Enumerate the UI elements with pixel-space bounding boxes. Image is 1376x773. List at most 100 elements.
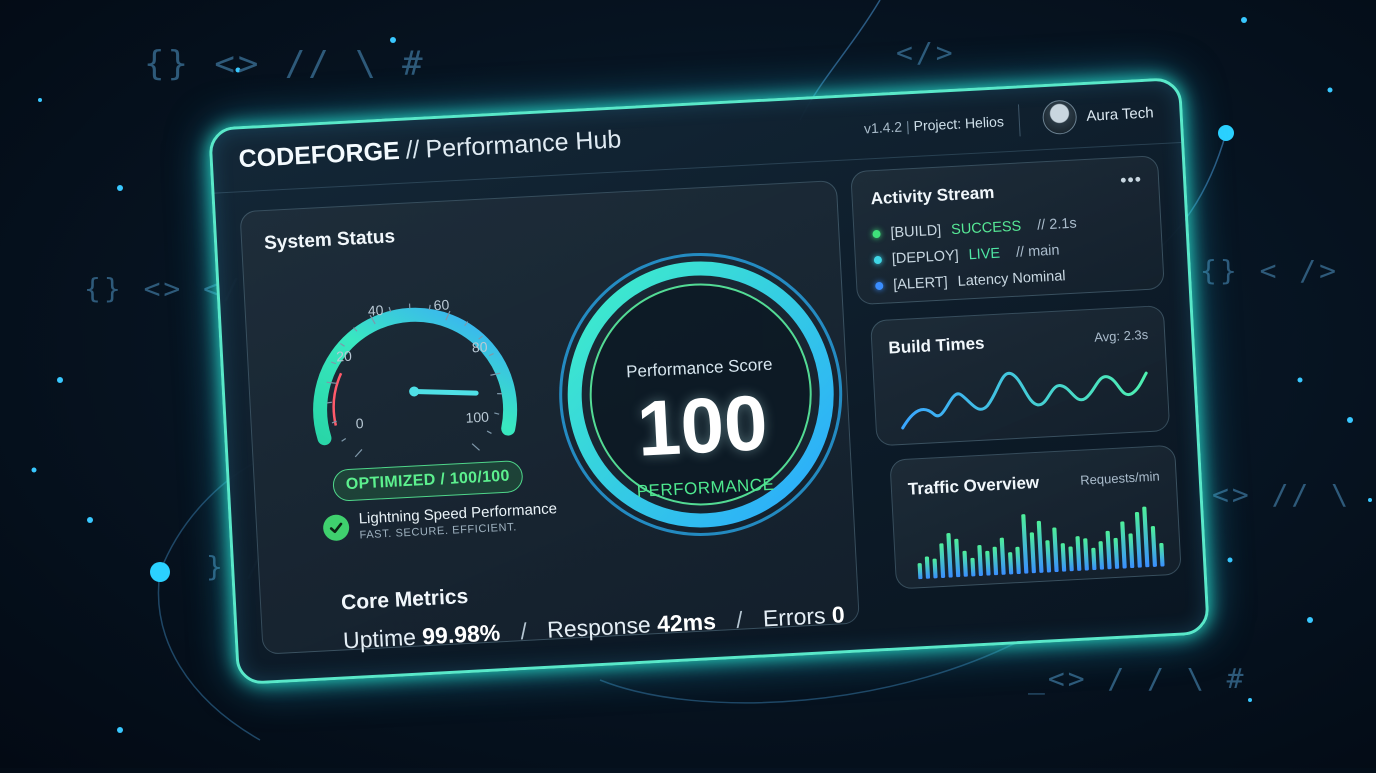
more-horizontal-icon[interactable]: ••• (1120, 169, 1143, 191)
activity-stream-title: Activity Stream (870, 183, 995, 209)
gauge-tick-label: 60 (433, 296, 450, 313)
errors-value: 0 (831, 601, 845, 628)
gauge-tick (327, 402, 332, 403)
gauge-needle (414, 388, 476, 396)
gauge-tick-label: 80 (471, 339, 488, 356)
glow-node (1218, 125, 1234, 141)
core-metrics-title: Core Metrics (341, 585, 469, 616)
gauge-tick-label: 20 (336, 348, 353, 365)
gauge-ticks (322, 299, 505, 458)
activity-stream-card: Activity Stream ••• [BUILD] SUCCESS // 2… (850, 155, 1165, 305)
traffic-bar (954, 539, 960, 578)
build-times-card: Build Times Avg: 2.3s (870, 305, 1170, 446)
brand-separator: // (405, 136, 420, 165)
traffic-bar-chart (913, 500, 1166, 579)
traffic-bar (1128, 533, 1134, 568)
traffic-bar (977, 545, 983, 576)
gauge-tick (355, 449, 362, 456)
traffic-bar (1083, 538, 1089, 570)
metric-separator: / (735, 607, 743, 633)
user-name: Aura Tech (1086, 104, 1154, 124)
activity-comment: // main (1016, 242, 1060, 260)
speed-gauge: 0 20 40 60 80 100 (289, 275, 538, 457)
gauge-tick (497, 393, 502, 394)
brand-name: CODEFORGE (238, 137, 400, 173)
project-meta: v1.4.2|Project: Helios (864, 113, 1005, 136)
status-dot (874, 256, 882, 264)
activity-comment: // 2.1s (1037, 216, 1077, 234)
traffic-bar (925, 556, 930, 579)
traffic-bar (1105, 531, 1111, 570)
traffic-bar (946, 533, 953, 578)
glow-node (150, 562, 170, 582)
build-times-sparkline (898, 357, 1151, 436)
avatar[interactable] (1042, 99, 1078, 135)
code-glyph-decoration: {} <> // \ # (144, 44, 426, 84)
traffic-bar (1113, 538, 1119, 569)
traffic-bar (970, 558, 975, 577)
uptime-label: Uptime (342, 624, 416, 654)
traffic-bar (993, 547, 999, 576)
gauge-tick (487, 431, 491, 434)
traffic-bar (918, 563, 923, 579)
gauge-tick (494, 413, 499, 415)
status-dot (875, 282, 883, 290)
status-badge: OPTIMIZED / 100/100 (332, 460, 523, 502)
gauge-warning-zone (332, 373, 344, 425)
traffic-bar (1008, 552, 1013, 575)
response-value: 42ms (656, 608, 716, 637)
traffic-bar (1000, 538, 1006, 575)
system-status-card: System Status 0 20 40 60 80 100 OPTIMIZE… (239, 180, 859, 655)
performance-summary: Lightning Speed Performance FAST. SECURE… (322, 500, 558, 543)
uptime-value: 99.98% (422, 619, 501, 649)
traffic-overview-title: Traffic Overview (907, 473, 1039, 500)
errors-label: Errors (762, 602, 826, 631)
traffic-bar (1098, 541, 1104, 570)
hub-name: Performance Hub (425, 125, 622, 163)
version-label: v1.4.2 (864, 119, 903, 137)
build-times-average: Avg: 2.3s (1094, 327, 1149, 345)
build-times-title: Build Times (888, 334, 985, 359)
activity-tag: [ALERT] (893, 274, 948, 293)
gauge-tick-label: 0 (355, 415, 364, 431)
code-glyph-decoration: _<> / / \ # (1028, 662, 1246, 695)
gauge-hub (409, 386, 420, 397)
traffic-bar (985, 551, 990, 576)
app-title: CODEFORGE//Performance Hub (238, 125, 622, 174)
dashboard-panel: CODEFORGE//Performance Hub v1.4.2|Projec… (208, 77, 1210, 685)
gauge-tick-label: 100 (465, 409, 489, 426)
traffic-bar (939, 543, 945, 578)
traffic-bar (1045, 540, 1051, 572)
traffic-bar (1030, 532, 1036, 573)
gauge-tick (472, 443, 479, 450)
traffic-bar (1015, 547, 1021, 574)
traffic-bar (932, 558, 937, 578)
traffic-bar (1052, 527, 1059, 572)
traffic-unit: Requests/min (1080, 469, 1160, 488)
traffic-bar (1068, 546, 1073, 571)
activity-status: SUCCESS (951, 218, 1022, 238)
traffic-bar (1120, 521, 1127, 568)
meta-separator: | (906, 118, 910, 134)
code-glyph-decoration: {} < /> (1200, 254, 1339, 287)
code-glyph-decoration: <> // \ (1212, 478, 1351, 511)
traffic-bar (1075, 536, 1081, 571)
activity-status: LIVE (968, 246, 1000, 264)
header-divider (1018, 104, 1021, 136)
gauge-tick (341, 438, 345, 441)
user-menu[interactable]: Aura Tech (1042, 95, 1155, 135)
traffic-bar (1151, 526, 1157, 567)
traffic-bar (1135, 512, 1142, 568)
activity-list: [BUILD] SUCCESS // 2.1s [DEPLOY] LIVE //… (872, 211, 1080, 300)
activity-status: Latency Nominal (957, 268, 1066, 290)
traffic-bar (1159, 543, 1164, 567)
traffic-bar (1037, 521, 1044, 573)
activity-tag: [BUILD] (890, 223, 942, 242)
metric-separator: / (520, 618, 528, 644)
check-circle-icon (322, 514, 349, 541)
code-glyph-decoration: </> (896, 36, 956, 69)
activity-tag: [DEPLOY] (891, 248, 959, 267)
score-value: 100 (550, 379, 854, 473)
traffic-bar (1091, 548, 1096, 571)
status-dot (872, 230, 880, 238)
